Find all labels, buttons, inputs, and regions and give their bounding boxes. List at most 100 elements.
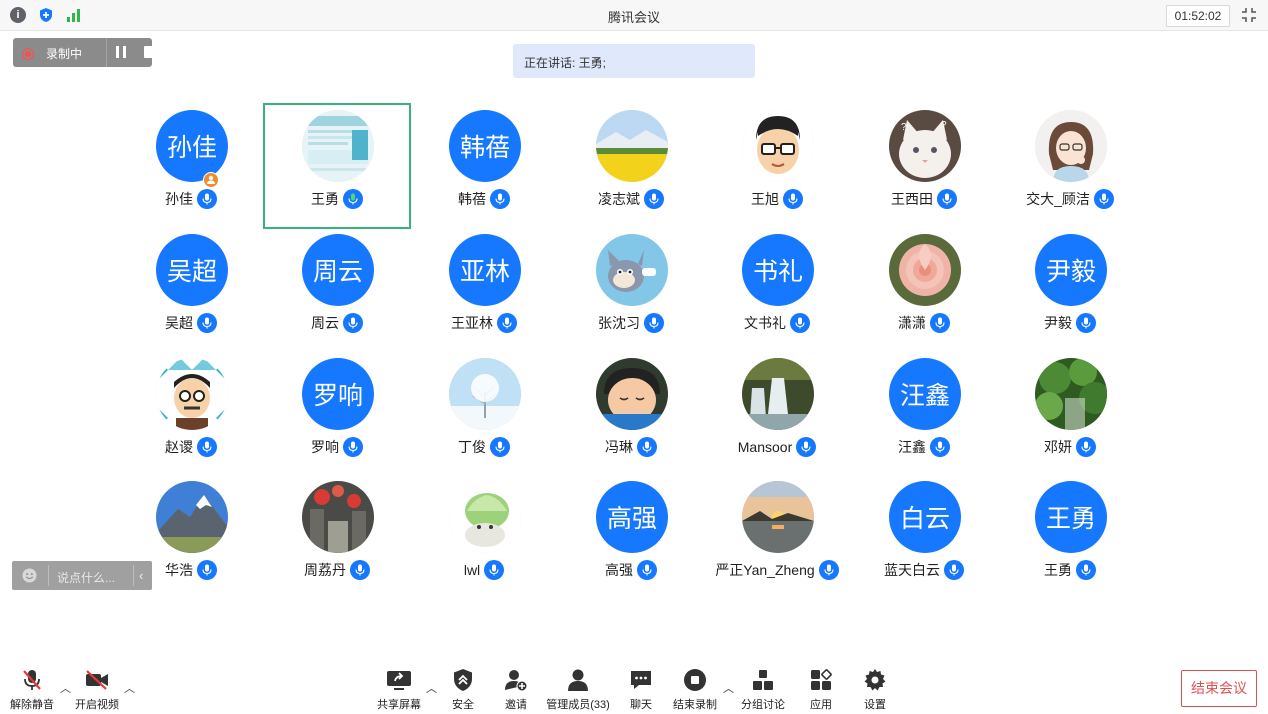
microphone-icon [644, 313, 664, 333]
apps-label: 应用 [810, 699, 832, 711]
invite-button[interactable]: 邀请 [499, 668, 533, 711]
participant-name: 丁俊 [458, 439, 486, 455]
security-button[interactable]: 安全 [446, 668, 480, 711]
microphone-icon [937, 189, 957, 209]
invite-label: 邀请 [505, 699, 527, 711]
collapse-chevron-icon[interactable]: ‹ [139, 568, 143, 583]
unmute-button[interactable]: 解除静音 [8, 668, 56, 711]
pause-recording-icon[interactable] [114, 45, 128, 59]
participant-name-row: 王西田 [851, 188, 997, 210]
participant-tile[interactable]: 冯琳 [558, 352, 704, 476]
avatar [742, 481, 814, 553]
divider [106, 38, 107, 67]
participant-tile[interactable]: 孙佳 孙佳 [118, 104, 264, 228]
participant-tile[interactable]: Mansoor [704, 352, 850, 476]
participant-tile[interactable]: 赵谡 [118, 352, 264, 476]
participant-tile[interactable]: 交大_顾洁 [997, 104, 1143, 228]
title-bar: i 腾讯会议 01:52:02 [0, 0, 1268, 31]
stop-record-icon [684, 669, 706, 691]
apps-grid-icon [811, 669, 832, 690]
participant-name-row: 赵谡 [118, 436, 264, 458]
avatar [449, 358, 521, 430]
participant-tile[interactable]: 韩蓓 韩蓓 [411, 104, 557, 228]
participant-name: 凌志斌 [598, 191, 640, 207]
participant-tile[interactable]: 张沈习 [558, 228, 704, 352]
avatar: 罗响 [302, 358, 374, 430]
participant-name-row: 张沈习 [558, 312, 704, 334]
participant-tile[interactable]: 亚林 王亚林 [411, 228, 557, 352]
participant-name-row: 交大_顾洁 [997, 188, 1143, 210]
audio-options-chevron-icon[interactable]: ︿ [60, 680, 71, 696]
participant-tile[interactable]: 周云 周云 [264, 228, 410, 352]
svg-text:?: ? [901, 122, 907, 133]
share-screen-icon [387, 671, 411, 690]
chat-input-pill[interactable]: 说点什么... ‹ [12, 561, 152, 590]
participant-name-row: 王勇 [997, 559, 1143, 581]
participant-tile[interactable]: 高强 高强 [558, 475, 704, 599]
emoji-icon[interactable] [22, 568, 37, 583]
microphone-icon [790, 313, 810, 333]
start-video-button[interactable]: 开启视频 [72, 668, 122, 711]
participant-tile[interactable]: 罗响 罗响 [264, 352, 410, 476]
security-label: 安全 [452, 699, 474, 711]
participant-name-row: 冯琳 [558, 436, 704, 458]
participant-tile[interactable]: 王勇 王勇 [997, 475, 1143, 599]
breakout-button[interactable]: 分组讨论 [740, 668, 786, 711]
share-screen-button[interactable]: 共享屏幕 [376, 668, 422, 711]
participant-tile[interactable]: 凌志斌 [558, 104, 704, 228]
participant-tile[interactable]: 王旭 [704, 104, 850, 228]
gear-icon [864, 669, 886, 691]
participant-tile[interactable]: 邓妍 [997, 352, 1143, 476]
microphone-icon [930, 313, 950, 333]
participant-name-row: 汪鑫 [851, 436, 997, 458]
unmute-label: 解除静音 [10, 699, 54, 711]
participant-tile[interactable]: 潇潇 [851, 228, 997, 352]
participant-tile[interactable]: 丁俊 [411, 352, 557, 476]
settings-button[interactable]: 设置 [860, 668, 890, 711]
participant-name-row: 严正Yan_Zheng [704, 559, 850, 581]
microphone-icon [944, 560, 964, 580]
participant-tile[interactable]: 吴超 吴超 [118, 228, 264, 352]
manage-members-button[interactable]: 管理成员(33) [544, 668, 612, 711]
camera-off-icon [86, 670, 108, 690]
participant-name: 华浩 [165, 562, 193, 578]
fullscreen-icon[interactable] [1241, 7, 1257, 23]
chat-placeholder[interactable]: 说点什么... [57, 569, 115, 586]
microphone-icon [350, 560, 370, 580]
microphone-icon [796, 437, 817, 457]
participant-tile[interactable]: 汪鑫 汪鑫 [851, 352, 997, 476]
participant-tile[interactable]: 王勇 [263, 103, 411, 229]
avatar [156, 481, 228, 553]
end-recording-button[interactable]: 结束录制 [672, 668, 718, 711]
participant-tile[interactable]: 周荔丹 [264, 475, 410, 599]
participant-name: 吴超 [165, 315, 193, 331]
participant-name-row: 罗响 [264, 436, 410, 458]
speaking-text: 正在讲话: 王勇; [524, 56, 607, 70]
participant-tile[interactable]: 书礼 文书礼 [704, 228, 850, 352]
stop-recording-icon[interactable] [144, 46, 156, 58]
microphone-icon [1076, 437, 1096, 457]
recording-options-chevron-icon[interactable]: ︿ [723, 680, 734, 696]
participant-name-row: 蓝天白云 [851, 559, 997, 581]
meeting-timer: 01:52:02 [1166, 5, 1230, 27]
participant-name: 王勇 [1044, 562, 1072, 578]
microphone-icon [197, 437, 217, 457]
participant-name: 高强 [605, 562, 633, 578]
participant-tile[interactable]: 严正Yan_Zheng [704, 475, 850, 599]
breakout-label: 分组讨论 [741, 699, 785, 711]
end-meeting-button[interactable]: 结束会议 [1181, 670, 1257, 707]
participant-tile[interactable]: lwl [411, 475, 557, 599]
avatar [742, 110, 814, 182]
chat-button[interactable]: 聊天 [626, 668, 656, 711]
apps-button[interactable]: 应用 [806, 668, 836, 711]
participant-tile[interactable]: 白云 蓝天白云 [851, 475, 997, 599]
participant-name-row: Mansoor [704, 436, 850, 458]
participant-name-row: 潇潇 [851, 312, 997, 334]
participant-tile[interactable]: ?? 王西田 [851, 104, 997, 228]
participant-tile[interactable]: 尹毅 尹毅 [997, 228, 1143, 352]
video-options-chevron-icon[interactable]: ︿ [124, 680, 135, 696]
chat-label: 聊天 [630, 699, 652, 711]
avatar [302, 110, 374, 182]
share-options-chevron-icon[interactable]: ︿ [426, 680, 437, 696]
participant-name: 蓝天白云 [884, 562, 940, 578]
